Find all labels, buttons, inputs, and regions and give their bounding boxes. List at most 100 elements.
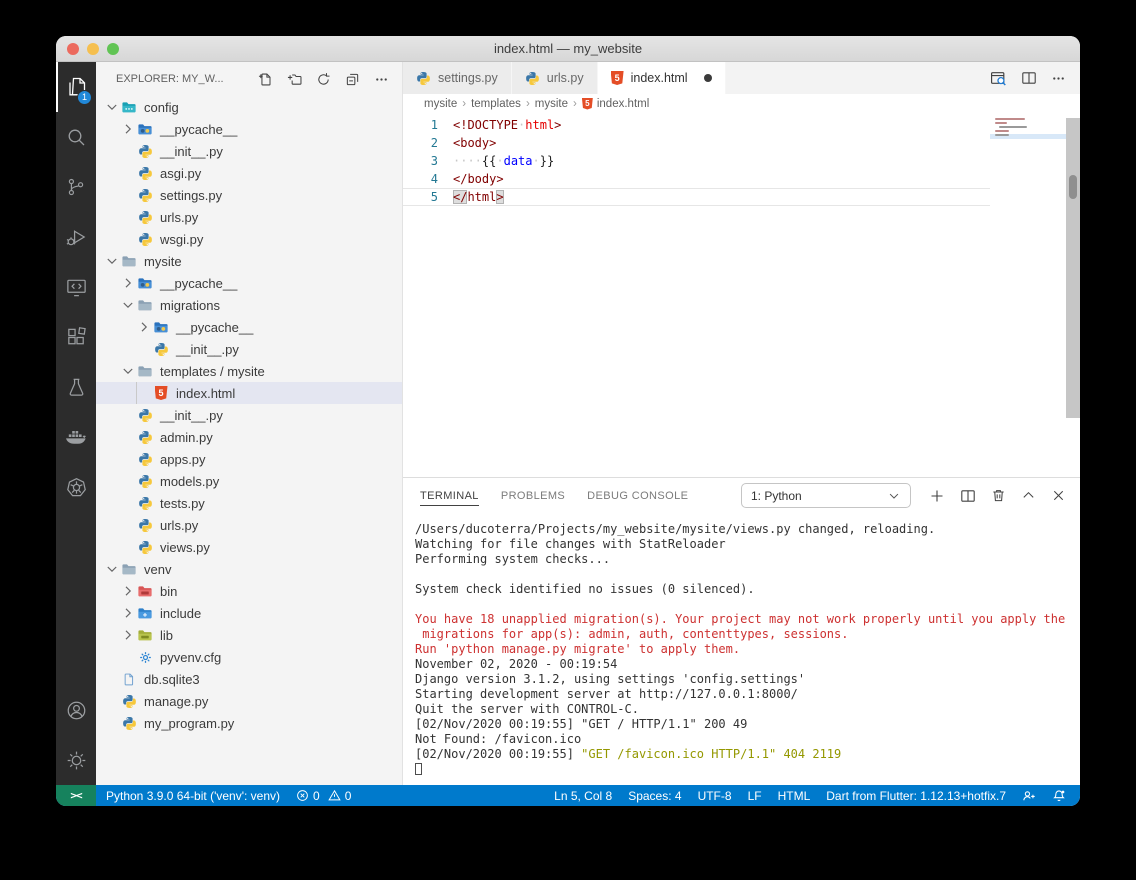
tree-item-tests-py[interactable]: tests.py [96, 492, 402, 514]
split-editor-button[interactable] [1021, 70, 1037, 86]
tree-item-models-py[interactable]: models.py [96, 470, 402, 492]
notifications-button[interactable] [1044, 785, 1074, 806]
tree-item-pyvenv-cfg[interactable]: pyvenv.cfg [96, 646, 402, 668]
tab-index-html[interactable]: 5index.html [598, 62, 726, 94]
tree-item-asgi-py[interactable]: asgi.py [96, 162, 402, 184]
close-panel-button[interactable] [1051, 488, 1066, 503]
collapse-folders-button[interactable] [341, 68, 363, 90]
activity-item-search[interactable] [56, 112, 96, 162]
panel-tab-terminal[interactable]: TERMINAL [420, 478, 490, 513]
chevron-right-icon[interactable] [120, 583, 136, 599]
zoom-window-button[interactable] [107, 43, 119, 55]
activity-item-explorer[interactable]: 1 [56, 62, 96, 112]
breadcrumb-file[interactable]: 5index.html [582, 98, 649, 110]
panel-tab-problems[interactable]: PROBLEMS [490, 478, 576, 513]
open-preview-button[interactable] [990, 70, 1007, 87]
tree-item-db-sqlite3[interactable]: db.sqlite3 [96, 668, 402, 690]
tree-item-manage-py[interactable]: manage.py [96, 690, 402, 712]
activity-item-manage[interactable] [56, 735, 96, 785]
breadcrumb-item[interactable]: mysite [424, 98, 457, 110]
code-line-5[interactable]: 5</html> [403, 188, 1080, 206]
chevron-right-icon[interactable] [120, 627, 136, 643]
refresh-explorer-button[interactable] [312, 68, 334, 90]
tree-item-include[interactable]: include [96, 602, 402, 624]
tree-item--init-py[interactable]: __init__.py [96, 404, 402, 426]
chevron-down-icon[interactable] [104, 99, 120, 115]
activity-item-remote-explorer[interactable] [56, 262, 96, 312]
status-language-mode[interactable]: HTML [770, 785, 819, 806]
tree-item-migrations[interactable]: migrations [96, 294, 402, 316]
panel-tab-debug-console[interactable]: DEBUG CONSOLE [576, 478, 699, 513]
chevron-right-icon[interactable] [120, 605, 136, 621]
code-editor[interactable]: 1<!DOCTYPE·html>2<body>3····{{·data·}}4<… [403, 113, 1080, 477]
terminal-output[interactable]: /Users/ducoterra/Projects/my_website/mys… [403, 513, 1080, 785]
tree-item-urls-py[interactable]: urls.py [96, 514, 402, 536]
tree-item-settings-py[interactable]: settings.py [96, 184, 402, 206]
chevron-right-icon[interactable] [136, 319, 152, 335]
status-encoding[interactable]: UTF-8 [690, 785, 740, 806]
chevron-right-icon[interactable] [120, 275, 136, 291]
problems-summary[interactable]: 0 0 [288, 785, 359, 806]
tree-item-config[interactable]: config [96, 96, 402, 118]
close-window-button[interactable] [67, 43, 79, 55]
minimize-window-button[interactable] [87, 43, 99, 55]
chevron-down-icon[interactable] [120, 297, 136, 313]
tree-item-venv[interactable]: venv [96, 558, 402, 580]
tree-item-admin-py[interactable]: admin.py [96, 426, 402, 448]
tree-item-mysite[interactable]: mysite [96, 250, 402, 272]
editor-scrollbar[interactable] [1066, 118, 1080, 418]
activity-item-accounts[interactable] [56, 685, 96, 735]
activity-item-run-debug[interactable] [56, 212, 96, 262]
status-end-of-line[interactable]: LF [740, 785, 770, 806]
activity-item-extensions[interactable] [56, 312, 96, 362]
kill-terminal-button[interactable] [991, 488, 1006, 503]
code-line-4[interactable]: 4</body> [403, 170, 1080, 188]
new-terminal-button[interactable] [929, 488, 945, 504]
tree-item-index-html[interactable]: 5index.html [96, 382, 402, 404]
chevron-down-icon[interactable] [104, 253, 120, 269]
tree-item--pycache-[interactable]: __pycache__ [96, 316, 402, 338]
status-cursor-position[interactable]: Ln 5, Col 8 [546, 785, 620, 806]
chevron-down-icon[interactable] [104, 561, 120, 577]
tree-item-urls-py[interactable]: urls.py [96, 206, 402, 228]
activity-item-testing[interactable] [56, 362, 96, 412]
tree-item--init-py[interactable]: __init__.py [96, 338, 402, 360]
modified-dot[interactable] [704, 74, 712, 82]
status-indentation[interactable]: Spaces: 4 [620, 785, 689, 806]
python-interpreter[interactable]: Python 3.9.0 64-bit ('venv': venv) [96, 785, 288, 806]
scrollbar-thumb[interactable] [1069, 175, 1077, 199]
activity-item-source-control[interactable] [56, 162, 96, 212]
minimap[interactable] [990, 113, 1066, 477]
code-line-2[interactable]: 2<body> [403, 134, 1080, 152]
tree-item-my-program-py[interactable]: my_program.py [96, 712, 402, 734]
remote-indicator[interactable]: >< [56, 785, 96, 806]
more-actions-button[interactable] [1051, 71, 1066, 86]
tree-item--init-py[interactable]: __init__.py [96, 140, 402, 162]
tab-urls-py[interactable]: urls.py [512, 62, 598, 94]
tree-item-views-py[interactable]: views.py [96, 536, 402, 558]
tree-item-lib[interactable]: lib [96, 624, 402, 646]
breadcrumb-item[interactable]: templates [471, 98, 521, 110]
new-file-button[interactable] [254, 68, 276, 90]
split-terminal-button[interactable] [960, 488, 976, 504]
tree-item--pycache-[interactable]: __pycache__ [96, 272, 402, 294]
chevron-right-icon[interactable] [120, 121, 136, 137]
tab-settings-py[interactable]: settings.py [403, 62, 512, 94]
tree-item-apps-py[interactable]: apps.py [96, 448, 402, 470]
new-folder-button[interactable] [283, 68, 305, 90]
tree-item-bin[interactable]: bin [96, 580, 402, 602]
tree-item--pycache-[interactable]: __pycache__ [96, 118, 402, 140]
status-dart-flutter[interactable]: Dart from Flutter: 1.12.13+hotfix.7 [818, 785, 1014, 806]
terminal-picker[interactable]: 1: Python [741, 483, 911, 508]
chevron-down-icon[interactable] [120, 363, 136, 379]
breadcrumb-item[interactable]: mysite [535, 98, 568, 110]
maximize-panel-button[interactable] [1021, 488, 1036, 503]
code-line-1[interactable]: 1<!DOCTYPE·html> [403, 116, 1080, 134]
tree-item-templates-mysite[interactable]: templates / mysite [96, 360, 402, 382]
tweet-feedback-button[interactable] [1014, 785, 1044, 806]
activity-item-kubernetes[interactable] [56, 462, 96, 512]
tree-item-wsgi-py[interactable]: wsgi.py [96, 228, 402, 250]
views-and-more-actions-button[interactable] [370, 68, 392, 90]
activity-item-docker[interactable] [56, 412, 96, 462]
code-line-3[interactable]: 3····{{·data·}} [403, 152, 1080, 170]
